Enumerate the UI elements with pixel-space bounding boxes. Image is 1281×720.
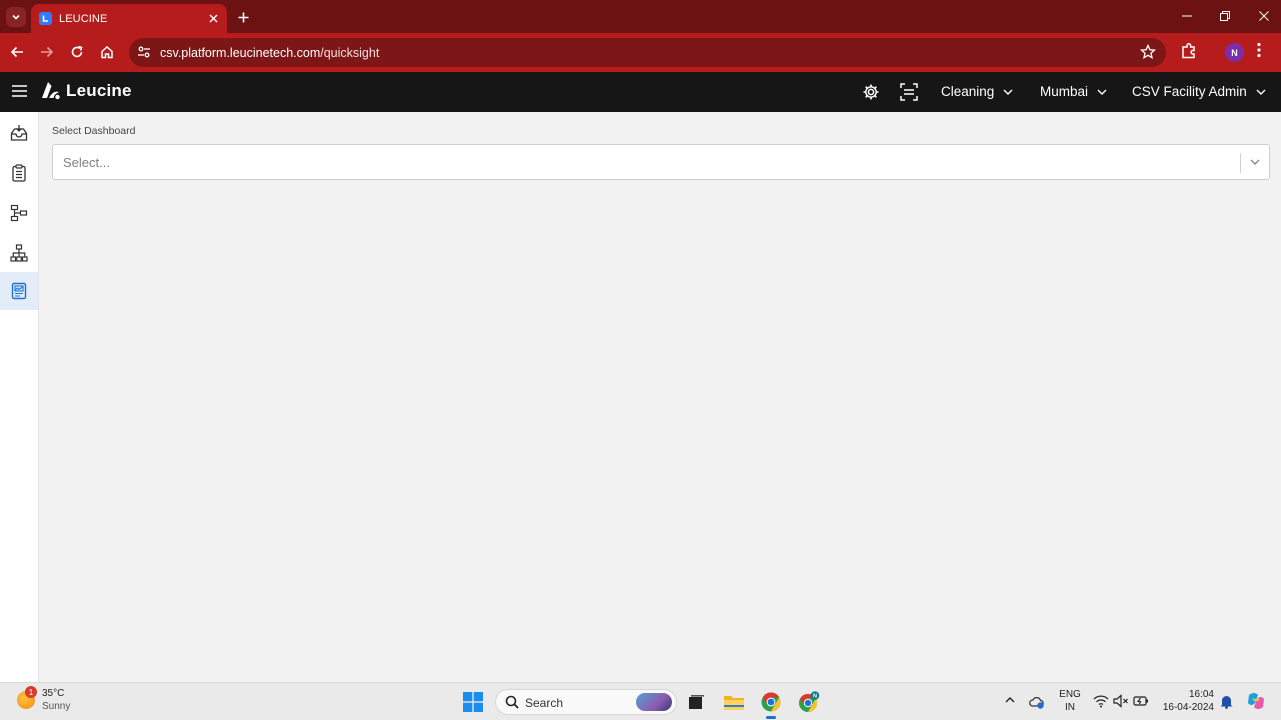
plus-icon xyxy=(238,12,248,22)
restore-icon xyxy=(1220,11,1230,21)
arrow-right-icon xyxy=(41,46,54,58)
url-text: csv.platform.leucinetech.com/quicksight xyxy=(160,46,379,60)
taskbar-task-view[interactable] xyxy=(684,690,708,714)
copilot-icon[interactable] xyxy=(1246,691,1266,711)
tab-search-button[interactable] xyxy=(6,7,26,27)
scan-icon[interactable] xyxy=(900,83,918,101)
reload-button[interactable] xyxy=(67,42,87,62)
sidebar xyxy=(0,112,39,682)
tab-title: LEUCINE xyxy=(59,12,108,25)
back-button[interactable] xyxy=(7,42,27,62)
clock-date: 16-04-2024 xyxy=(1162,702,1214,713)
leucine-favicon-icon xyxy=(39,12,52,25)
sidebar-item-ontology[interactable] xyxy=(0,234,38,272)
clock-time: 16:04 xyxy=(1188,689,1214,700)
browser-tab[interactable]: LEUCINE xyxy=(31,4,227,33)
sidebar-item-checklists[interactable] xyxy=(0,154,38,192)
sidebar-item-processes[interactable] xyxy=(0,194,38,232)
close-icon xyxy=(209,14,217,23)
taskbar-search-label: Search xyxy=(525,696,564,710)
select-divider xyxy=(1240,153,1241,173)
folder-icon xyxy=(724,696,744,710)
start-button[interactable] xyxy=(461,690,485,714)
tab-close-button[interactable] xyxy=(204,10,222,28)
hamburger-menu-icon[interactable] xyxy=(12,85,27,97)
weather-badge: 1 xyxy=(25,686,37,698)
use-case-select[interactable]: Cleaning xyxy=(941,84,1013,99)
minimize-icon xyxy=(1182,15,1192,17)
settings-gear-icon[interactable] xyxy=(862,83,880,101)
dashboard-select[interactable]: Select... xyxy=(52,144,1270,180)
language-indicator[interactable]: ENG IN xyxy=(1058,688,1082,714)
chevron-down-icon xyxy=(1003,89,1013,95)
language-code: ENG xyxy=(1059,689,1081,700)
chevron-down-icon xyxy=(1097,89,1107,95)
chevron-down-icon xyxy=(12,14,20,20)
chevron-up-icon[interactable] xyxy=(1004,694,1016,706)
forward-button[interactable] xyxy=(37,42,57,62)
user-role-value: CSV Facility Admin xyxy=(1132,84,1247,99)
home-icon xyxy=(101,45,113,59)
task-view-icon xyxy=(689,695,704,709)
battery-charging-icon[interactable] xyxy=(1133,694,1149,708)
facility-value: Mumbai xyxy=(1040,84,1089,99)
windows-taskbar: 1 35°C Sunny Search N ENG IN 16:04 16-04… xyxy=(0,682,1281,720)
app-header: Leucine Cleaning Mumbai CSV Facility Adm… xyxy=(0,72,1281,112)
user-role-select[interactable]: CSV Facility Admin xyxy=(1132,84,1266,99)
active-app-indicator xyxy=(766,716,776,719)
dashboard-icon xyxy=(11,282,27,300)
address-bar[interactable]: csv.platform.leucinetech.com/quicksight xyxy=(129,38,1166,67)
url-host: csv.platform.leucinetech.com xyxy=(160,46,321,60)
more-vertical-icon[interactable] xyxy=(1257,42,1261,58)
inbox-icon xyxy=(10,125,28,141)
minimize-button[interactable] xyxy=(1176,6,1198,26)
sidebar-item-dashboards[interactable] xyxy=(0,272,38,310)
taskbar-chrome[interactable] xyxy=(759,690,783,719)
close-window-button[interactable] xyxy=(1253,6,1275,26)
process-icon xyxy=(10,204,28,222)
url-path: /quicksight xyxy=(320,46,380,60)
sidebar-item-inbox[interactable] xyxy=(0,114,38,152)
site-settings-icon[interactable] xyxy=(137,45,151,59)
notification-bell-icon[interactable] xyxy=(1220,694,1233,709)
taskbar-search[interactable]: Search xyxy=(495,689,677,715)
dashboard-select-placeholder: Select... xyxy=(63,155,110,170)
taskbar-clock[interactable]: 16:04 16-04-2024 xyxy=(1158,688,1214,714)
use-case-value: Cleaning xyxy=(941,84,995,99)
chevron-down-icon[interactable] xyxy=(1249,156,1261,168)
search-highlight-image xyxy=(636,693,672,711)
leucine-logo-icon xyxy=(42,82,60,100)
browser-tab-bar: LEUCINE xyxy=(0,0,1281,33)
language-region: IN xyxy=(1065,702,1075,713)
arrow-left-icon xyxy=(10,46,23,58)
home-button[interactable] xyxy=(97,42,117,62)
leucine-logo[interactable]: Leucine xyxy=(41,81,132,101)
new-tab-button[interactable] xyxy=(233,7,253,27)
close-icon xyxy=(1259,11,1269,21)
checklist-icon xyxy=(12,164,26,182)
reload-icon xyxy=(71,45,83,58)
select-dashboard-label: Select Dashboard xyxy=(52,125,136,137)
browser-toolbar: csv.platform.leucinetech.com/quicksight … xyxy=(0,33,1281,72)
taskbar-file-explorer[interactable] xyxy=(722,690,746,714)
taskbar-chrome-profile[interactable]: N xyxy=(797,690,821,714)
ontology-icon xyxy=(10,244,28,262)
windows-logo-icon xyxy=(463,692,483,712)
search-icon xyxy=(505,695,519,709)
extensions-icon[interactable] xyxy=(1180,42,1198,60)
speaker-muted-icon[interactable] xyxy=(1113,694,1129,708)
chrome-icon xyxy=(761,692,781,712)
bookmark-star-icon[interactable] xyxy=(1140,44,1156,60)
weather-description[interactable]: Sunny xyxy=(42,701,70,712)
wifi-icon[interactable] xyxy=(1093,694,1109,708)
chevron-down-icon xyxy=(1256,89,1266,95)
onedrive-cloud-icon[interactable] xyxy=(1029,694,1045,710)
facility-select[interactable]: Mumbai xyxy=(1040,84,1107,99)
svg-text:N: N xyxy=(813,694,817,700)
logo-text: Leucine xyxy=(66,81,132,100)
chrome-profile-icon: N xyxy=(799,691,820,712)
restore-button[interactable] xyxy=(1214,6,1236,26)
profile-avatar[interactable]: N xyxy=(1225,43,1244,62)
weather-temperature[interactable]: 35°C xyxy=(42,688,64,699)
